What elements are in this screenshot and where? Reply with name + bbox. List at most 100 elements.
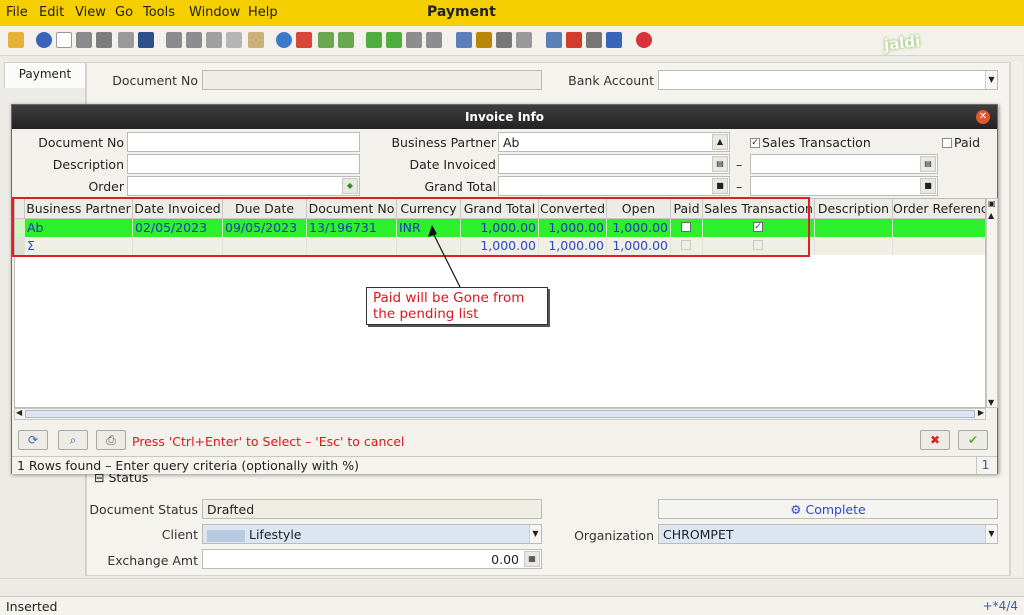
close-icon[interactable]: ✕ [976, 110, 990, 124]
dlg-order-input[interactable]: ◆ [127, 176, 360, 196]
help-icon[interactable] [36, 32, 52, 48]
zoom-across-icon[interactable] [546, 32, 562, 48]
chevron-down-icon[interactable]: ▼ [529, 525, 541, 543]
previous-record-icon[interactable] [386, 32, 402, 48]
chevron-down-icon[interactable]: ▼ [985, 525, 997, 543]
calculator-icon[interactable]: ■ [712, 178, 728, 194]
print-icon[interactable] [516, 32, 532, 48]
dialog-hint: Press 'Ctrl+Enter' to Select – 'Esc' to … [132, 434, 405, 449]
chevron-down-icon[interactable]: ▼ [985, 71, 997, 89]
save-icon[interactable] [138, 32, 154, 48]
history-icon[interactable] [248, 32, 264, 48]
cancel-button[interactable]: ✖ [920, 430, 950, 450]
calculator-icon[interactable]: ▦ [524, 551, 540, 567]
client-select[interactable]: Lifestyle ▼ [202, 524, 542, 544]
sum-cell [893, 237, 985, 255]
previous-tab-icon[interactable] [318, 32, 334, 48]
delete-icon[interactable] [96, 32, 112, 48]
copy-record-icon[interactable] [76, 32, 92, 48]
refresh-icon: ⟳ [27, 433, 39, 447]
grid-menu-icon[interactable]: ▣ [988, 199, 996, 208]
document-no-label: Document No [112, 73, 198, 88]
scroll-right-icon[interactable]: ▶ [978, 408, 984, 417]
menu-tools[interactable]: Tools [143, 5, 175, 20]
dlg-grand-total-from-input[interactable]: ■ [498, 176, 730, 196]
dlg-grand-total-to-input[interactable]: ■ [750, 176, 938, 196]
form-scrollbar[interactable] [1010, 62, 1022, 576]
menu-view[interactable]: View [75, 5, 106, 20]
scroll-left-icon[interactable]: ◀ [16, 408, 22, 417]
report-icon[interactable] [456, 32, 472, 48]
parent-icon[interactable] [296, 32, 312, 48]
dlg-business-partner-value: Ab [503, 135, 520, 150]
chat-icon[interactable] [226, 32, 242, 48]
range-dash: – [736, 179, 743, 194]
dlg-description-label: Description [52, 157, 124, 172]
exit-icon[interactable] [636, 32, 652, 48]
checkmark-icon: ✔ [967, 433, 979, 447]
menu-edit[interactable]: Edit [39, 5, 64, 20]
search-icon[interactable]: ◆ [342, 178, 358, 194]
undo-icon[interactable] [8, 32, 24, 48]
menu-bar: File Edit View Go Tools Window Help Paym… [0, 0, 1024, 26]
ok-button[interactable]: ✔ [958, 430, 988, 450]
record-navigator-indicator[interactable]: +*4/4 [983, 599, 1018, 613]
exchange-amt-value: 0.00 [491, 552, 519, 567]
archive-icon[interactable] [476, 32, 492, 48]
complete-button[interactable]: ⚙ Complete [658, 499, 998, 519]
bank-account-label: Bank Account [568, 73, 654, 88]
next-record-icon[interactable] [406, 32, 422, 48]
table-vertical-scrollbar[interactable]: ▣ ▲ ▼ [986, 198, 998, 408]
calculator-icon[interactable]: ■ [920, 178, 936, 194]
menu-go[interactable]: Go [115, 5, 133, 20]
print-preview-icon[interactable] [496, 32, 512, 48]
dlg-date-invoiced-label: Date Invoiced [409, 157, 496, 172]
organization-select[interactable]: CHROMPET ▼ [658, 524, 998, 544]
attachment-icon[interactable] [206, 32, 222, 48]
dlg-document-no-input[interactable] [127, 132, 360, 152]
dlg-date-from-input[interactable]: ▤ [498, 154, 730, 174]
complete-button-label: Complete [805, 502, 866, 517]
column-header[interactable]: Order Referenc [893, 199, 985, 219]
scroll-thumb[interactable] [25, 410, 975, 418]
print-icon: ⎙ [106, 433, 116, 447]
menu-window[interactable]: Window [189, 5, 240, 20]
print-button[interactable]: ⎙ [96, 430, 126, 450]
refresh-icon[interactable] [166, 32, 182, 48]
refresh-button[interactable]: ⟳ [18, 430, 48, 450]
exchange-amt-field[interactable]: 0.00 ▦ [202, 549, 542, 569]
zoom-button[interactable]: ⌕ [58, 430, 88, 450]
invoice-info-dialog: Invoice Info ✕ Document No Business Part… [11, 104, 998, 474]
scroll-down-icon[interactable]: ▼ [988, 398, 994, 407]
scroll-up-icon[interactable]: ▲ [988, 211, 994, 220]
product-info-icon[interactable] [586, 32, 602, 48]
calendar-icon[interactable]: ▤ [712, 156, 728, 172]
tab-payment[interactable]: Payment [4, 62, 86, 88]
last-record-icon[interactable] [426, 32, 442, 48]
table-horizontal-scrollbar[interactable]: ◀ ▶ [14, 408, 986, 420]
dlg-business-partner-input[interactable]: Ab ▲ [498, 132, 730, 152]
status-text: Inserted [6, 599, 58, 614]
lock-icon[interactable] [606, 32, 622, 48]
paid-checkbox[interactable] [942, 138, 952, 148]
delete-selection-icon[interactable] [118, 32, 134, 48]
workflow-icon[interactable] [566, 32, 582, 48]
dlg-description-input[interactable] [127, 154, 360, 174]
dlg-date-to-input[interactable]: ▤ [750, 154, 938, 174]
first-record-icon[interactable] [366, 32, 382, 48]
zoom-icon: ⌕ [69, 433, 77, 447]
sales-transaction-label: Sales Transaction [762, 135, 871, 150]
menu-file[interactable]: File [6, 5, 28, 20]
document-no-field[interactable] [202, 70, 542, 90]
lookup-icon[interactable]: ▲ [712, 134, 728, 150]
menu-help[interactable]: Help [248, 5, 278, 20]
bank-account-select[interactable]: ▼ [658, 70, 998, 90]
next-tab-icon[interactable] [338, 32, 354, 48]
organization-value: CHROMPET [663, 527, 734, 542]
home-icon[interactable] [276, 32, 292, 48]
sales-transaction-checkbox[interactable]: ✓ [750, 138, 760, 148]
column-header[interactable]: Description [815, 199, 893, 219]
calendar-icon[interactable]: ▤ [920, 156, 936, 172]
find-icon[interactable] [186, 32, 202, 48]
new-record-icon[interactable] [56, 32, 72, 48]
